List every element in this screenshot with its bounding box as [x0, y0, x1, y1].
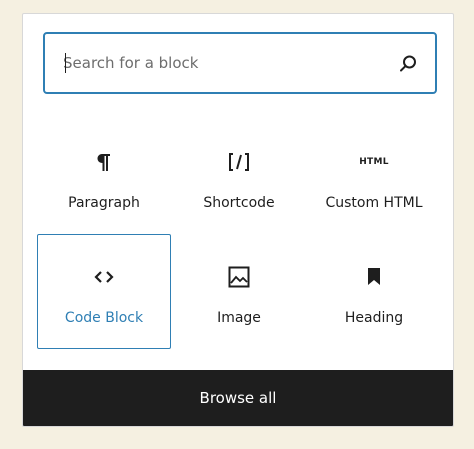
html-icon: HTML: [308, 150, 440, 174]
block-label: Custom HTML: [325, 195, 423, 211]
block-label: Paragraph: [68, 195, 140, 211]
block-label: Shortcode: [203, 195, 275, 211]
html-icon-text: HTML: [359, 157, 389, 167]
block-code[interactable]: Code Block: [37, 234, 171, 349]
shortcode-icon: [173, 150, 305, 174]
browse-all-button[interactable]: Browse all: [23, 370, 453, 426]
block-inserter-panel: Paragraph Shortcode HTML Custom HTML: [22, 13, 454, 427]
block-paragraph[interactable]: Paragraph: [37, 119, 171, 234]
search-box[interactable]: [43, 32, 437, 94]
block-label: Image: [217, 310, 261, 326]
block-label: Heading: [344, 310, 404, 326]
search-icon[interactable]: [397, 53, 419, 75]
block-image[interactable]: Image: [172, 234, 306, 349]
block-custom-html[interactable]: HTML Custom HTML: [307, 119, 441, 234]
code-icon: [38, 265, 170, 289]
block-grid: Paragraph Shortcode HTML Custom HTML Cod…: [37, 119, 441, 369]
paragraph-icon: [38, 150, 170, 174]
text-caret: [65, 53, 66, 73]
block-label: Code Block: [64, 310, 144, 326]
image-icon: [173, 265, 305, 289]
search-input[interactable]: [63, 34, 383, 92]
bookmark-icon: [308, 265, 440, 289]
block-shortcode[interactable]: Shortcode: [172, 119, 306, 234]
browse-all-label: Browse all: [199, 389, 277, 407]
block-heading[interactable]: Heading: [307, 234, 441, 349]
